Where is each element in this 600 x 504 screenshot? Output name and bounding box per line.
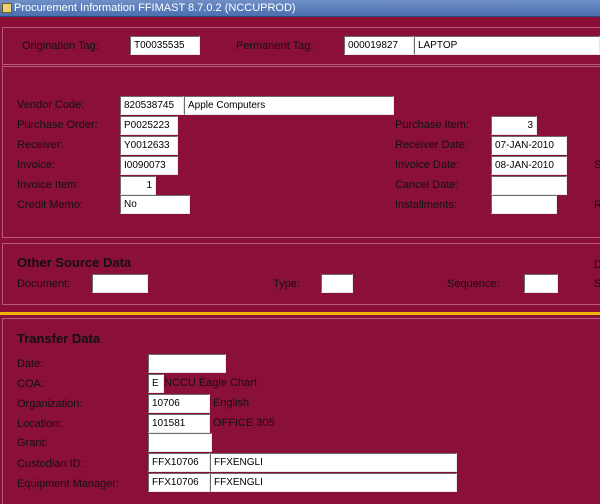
date-label: Date:: [17, 358, 44, 370]
window-titlebar: Procurement Information FFIMAST 8.7.0.2 …: [0, 0, 600, 17]
invoice-label: Invoice:: [17, 159, 55, 171]
receiver-date-label: Receiver Date:: [395, 139, 468, 151]
invoice-item-label: Invoice Item:: [17, 179, 80, 191]
permanent-tag-field[interactable]: 000019827: [344, 36, 414, 55]
app-icon: [2, 3, 12, 13]
organization-description: English: [213, 397, 250, 409]
grant-field[interactable]: [148, 433, 212, 452]
type-label: Type:: [273, 278, 300, 290]
coa-field[interactable]: E: [148, 374, 164, 393]
coa-description: NCCU Eagle Chart: [164, 377, 257, 389]
document-label: Document:: [17, 278, 71, 290]
transfer-date-field[interactable]: [148, 354, 226, 373]
document-field[interactable]: [92, 274, 148, 293]
receiver-label: Receiver:: [17, 139, 64, 151]
vendor-code-label: Vendor Code:: [17, 99, 85, 111]
equipment-manager-label: Equipment Manager:: [17, 478, 120, 490]
custodian-id-label: Custodian ID:: [17, 458, 84, 470]
custodian-name-field: FFXENGLI: [210, 453, 457, 472]
receiver-date-field[interactable]: 07-JAN-2010: [491, 136, 567, 155]
credit-memo-field[interactable]: No: [120, 195, 190, 214]
sequence-field[interactable]: [524, 274, 558, 293]
vendor-code-field[interactable]: 820538745: [120, 96, 184, 115]
credit-memo-label: Credit Memo:: [17, 199, 84, 211]
purchase-item-field[interactable]: 3: [491, 116, 537, 135]
origination-tag-label: Origination Tag:: [22, 40, 99, 52]
invoice-date-label: Invoice Date:: [395, 159, 460, 171]
transfer-title: Transfer Data: [17, 331, 101, 346]
location-field[interactable]: 101581: [148, 414, 210, 433]
clipped-label-r: R: [594, 199, 600, 211]
organization-field[interactable]: 10706: [148, 394, 210, 413]
organization-label: Organization:: [17, 398, 83, 410]
coa-label: COA:: [17, 378, 44, 390]
purchase-order-label: Purchase Order:: [17, 119, 98, 131]
grant-label: Grant:: [17, 437, 48, 449]
invoice-date-field[interactable]: 08-JAN-2010: [491, 156, 567, 175]
custodian-id-field[interactable]: FFX10706: [148, 453, 210, 472]
receiver-field[interactable]: Y0012633: [120, 136, 178, 155]
cancel-date-field[interactable]: [491, 176, 567, 195]
origination-tag-field[interactable]: T00035535: [130, 36, 200, 55]
section-separator: [0, 312, 600, 315]
installments-field[interactable]: [491, 195, 557, 214]
equipment-manager-name-field: FFXENGLI: [210, 473, 457, 492]
clipped-label-s: S: [594, 159, 600, 171]
window-title: Procurement Information FFIMAST 8.7.0.2 …: [14, 2, 296, 14]
invoice-item-field[interactable]: 1: [120, 176, 156, 195]
cancel-date-label: Cancel Date:: [395, 179, 459, 191]
type-field[interactable]: [321, 274, 353, 293]
permanent-tag-label: Permanent Tag:: [236, 40, 314, 52]
invoice-field[interactable]: I0090073: [120, 156, 178, 175]
clipped-label-d: D: [594, 259, 600, 271]
purchase-order-field[interactable]: P0025223: [120, 116, 178, 135]
permanent-tag-description: LAPTOP: [414, 36, 600, 55]
clipped-label-s2: S: [594, 278, 600, 290]
other-source-title: Other Source Data: [17, 255, 132, 270]
sequence-label: Sequence:: [447, 278, 500, 290]
location-description: OFFICE 305: [213, 417, 275, 429]
purchase-item-label: Purchase Item:: [395, 119, 469, 131]
vendor-name-field: Apple Computers: [184, 96, 394, 115]
installments-label: Installments:: [395, 199, 457, 211]
location-label: Location:: [17, 418, 62, 430]
equipment-manager-field[interactable]: FFX10706: [148, 473, 210, 492]
